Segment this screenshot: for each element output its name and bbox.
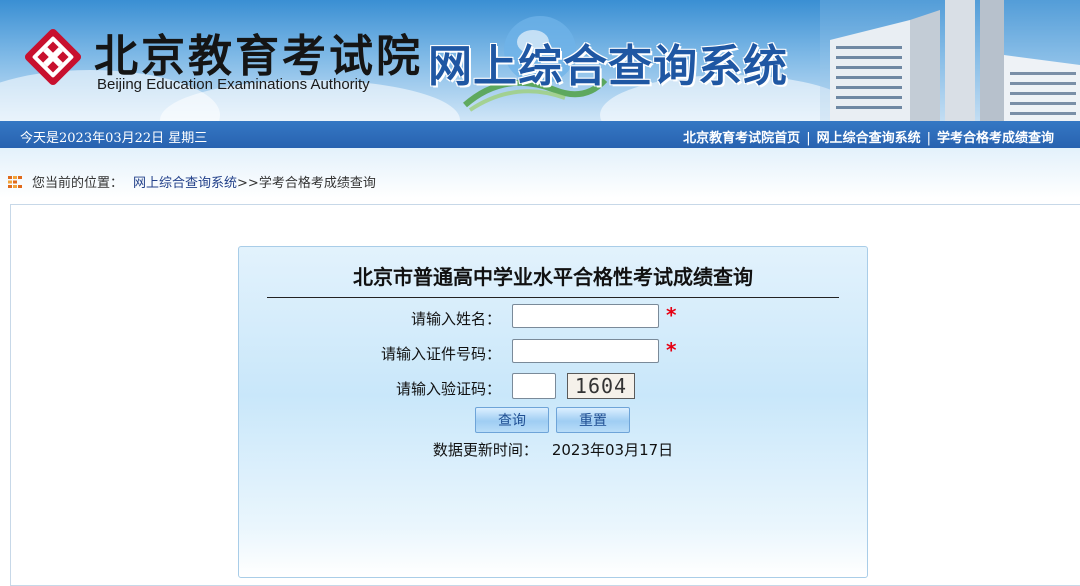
org-name-cn: 北京教育考试院 [94, 31, 423, 82]
nav-separator: | [926, 131, 931, 146]
query-button[interactable]: 查询 [475, 407, 549, 433]
system-title: 网上综合查询系统 [428, 41, 788, 92]
name-input[interactable] [512, 304, 659, 328]
nav-link-query-system[interactable]: 网上综合查询系统 [817, 131, 921, 146]
nav-separator: | [806, 131, 811, 146]
required-mark: * [666, 303, 677, 327]
breadcrumb-current: >>学考合格考成绩查询 [237, 176, 376, 191]
current-date: 今天是2023年03月22日 星期三 [20, 131, 208, 146]
id-number-input[interactable] [512, 339, 659, 363]
data-update-time: 数据更新时间： 2023年03月17日 [239, 439, 867, 460]
header-banner: 北京教育考试院 Beijing Education Examinations A… [0, 0, 1080, 121]
required-mark: * [666, 338, 677, 362]
top-nav-links: 北京教育考试院首页 | 网上综合查询系统 | 学考合格考成绩查询 [683, 127, 1054, 146]
captcha-label: 请输入验证码： [395, 380, 501, 398]
breadcrumb-prefix: 您当前的位置： [32, 176, 124, 191]
captcha-input[interactable] [512, 373, 556, 399]
org-name-en: Beijing Education Examinations Authority [97, 76, 370, 93]
update-time-value: 2023年03月17日 [551, 441, 674, 459]
breadcrumb-link-query-system[interactable]: 网上综合查询系统 [133, 172, 237, 191]
reset-button[interactable]: 重置 [556, 407, 630, 433]
org-logo-icon [24, 28, 82, 86]
nav-link-home[interactable]: 北京教育考试院首页 [683, 131, 800, 146]
score-query-panel: 北京市普通高中学业水平合格性考试成绩查询 请输入姓名： * 请输入证件号码： *… [238, 246, 868, 578]
captcha-image[interactable]: 1604 [567, 373, 635, 399]
top-nav-bar: 今天是2023年03月22日 星期三 北京教育考试院首页 | 网上综合查询系统 | 学考… [0, 121, 1080, 148]
location-grid-icon [8, 175, 22, 188]
building-image-icon [820, 0, 1080, 121]
title-divider [267, 297, 839, 298]
id-number-label: 请输入证件号码： [380, 345, 501, 363]
update-time-label: 数据更新时间： [432, 441, 538, 459]
breadcrumb: 您当前的位置： 网上综合查询系统 >>学考合格考成绩查询 [8, 172, 376, 191]
form-title: 北京市普通高中学业水平合格性考试成绩查询 [353, 265, 753, 289]
name-label: 请输入姓名： [410, 310, 501, 328]
nav-link-score-query[interactable]: 学考合格考成绩查询 [937, 131, 1054, 146]
